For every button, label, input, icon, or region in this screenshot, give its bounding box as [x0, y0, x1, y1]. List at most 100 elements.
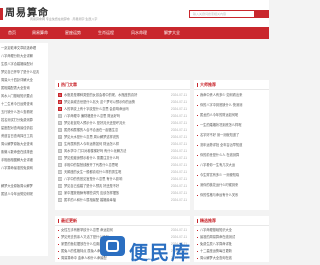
bullet-icon	[197, 154, 198, 156]
article-row[interactable]: 4 八字命理中 偏财格是什么意思 财运好吗 2024-07-11	[58, 113, 187, 120]
nav-item[interactable]: 解梦大全	[164, 27, 180, 39]
rank-badge: 14	[58, 184, 62, 189]
nav-item[interactable]: 生肖运程	[98, 27, 114, 39]
bullet-icon	[197, 124, 198, 126]
bullet-icon	[197, 229, 198, 231]
bullet-icon	[197, 114, 198, 116]
article-title: 女性左手有断掌纹什么意思 命运如何	[61, 228, 113, 232]
article-date: 2024-07-11	[170, 135, 187, 139]
article-date: 2024-07-11	[170, 156, 187, 160]
nav-item[interactable]: 风水命理	[131, 27, 147, 39]
article-row[interactable]: 8 生肖属狗的人今年运势如何 财运怎么样 2024-07-11	[58, 141, 187, 148]
article-row[interactable]: 9 风水学中 门口对着楼梯好吗 有什么化解方法 2024-07-11	[58, 148, 187, 155]
rank-badge: 16	[58, 198, 62, 203]
watermark-url: www.bianminku.com	[131, 257, 159, 261]
rank-badge: 11	[58, 163, 62, 168]
article-row[interactable]: 13 八字中的伤官见官是什么意思 有什么影响 2024-07-11	[58, 176, 187, 183]
article-row[interactable]: 14 梦见自己结婚了是什么预兆 好还是不好 2024-07-11	[58, 183, 187, 190]
list-item[interactable]: 周易六十四卦详解大全	[1, 77, 47, 84]
list-item[interactable]: 你的性格与命运有什么关系	[197, 192, 267, 199]
list-item[interactable]: 一卦定乾坤文章精选命理	[1, 45, 47, 52]
article-row[interactable]: 女性左手有断掌纹什么意思 命运如何 2024-07-11	[58, 227, 187, 234]
article-row[interactable]: 10 梦见蛇缠身预示着什么 需要注意什么吗 2024-07-11	[58, 155, 187, 162]
hot-articles-title: 热门文章	[55, 80, 190, 90]
list-item[interactable]: 紫微斗数命盘在线排盘	[1, 149, 47, 156]
bullet-icon	[197, 243, 198, 245]
list-item[interactable]: 最准的周易算命在线测试	[197, 234, 267, 241]
list-item[interactable]: 一生的婚姻状况到底怎么样呢	[197, 122, 267, 129]
bullet-icon	[58, 229, 59, 231]
nav-item[interactable]: 周易算命	[32, 27, 48, 39]
article-title: 梦见老鼠咬人预示什么 是好兆头还是坏兆头	[64, 121, 126, 125]
list-item[interactable]: 我命中贵人有多少 如何看出来	[197, 92, 267, 99]
bullet-icon	[197, 194, 198, 196]
list-item[interactable]: 八字命理分析大全详解	[1, 53, 47, 60]
list-item[interactable]: 属鼠人今年运势如何呢	[1, 191, 47, 198]
article-title: 天蝎座的女生一般都喜欢什么样的男生呢	[64, 170, 122, 174]
list-item[interactable]: 你的八字中到底缺什么 快测测	[197, 102, 267, 109]
list-item[interactable]: 属龙的人今年的财运如何呢	[197, 112, 267, 119]
featured-title: 精选推荐	[194, 216, 269, 226]
article-row[interactable]: 7 梦见大水是什么意思 周公解梦这样说的 2024-07-11	[58, 134, 187, 141]
list-item[interactable]: 你的前世是什么人 在线测算	[197, 152, 267, 159]
article-date: 2024-07-11	[170, 170, 187, 174]
nav-item[interactable]: 首页	[8, 27, 16, 39]
list-item[interactable]: 姓名测试打分免费测算	[1, 117, 47, 124]
list-item[interactable]: 五行缺什么怎么查看呢	[1, 109, 47, 116]
rank-badge: 13	[58, 177, 62, 182]
rank-badge: 1	[58, 93, 62, 98]
list-item[interactable]: 星座配对查询最佳情侣	[1, 125, 47, 132]
list-item[interactable]: 手相面相图解大全详细	[1, 157, 47, 164]
main-nav: 首页 周易算命 星座运势 生肖运程 风水命理 解梦大全	[0, 27, 269, 39]
list-item[interactable]: 今生财富有多少 一测便知晓	[197, 172, 267, 179]
article-row[interactable]: 16 属羊的人和什么属相最配 婚姻最幸福 2024-07-11	[58, 197, 187, 204]
article-date: 2024-07-11	[170, 100, 187, 104]
list-item[interactable]: 八字看你一生有几次大运	[197, 162, 267, 169]
list-item[interactable]: 流年运势详批 全年吉凶早知道	[197, 142, 267, 149]
list-item[interactable]: 周公解梦原版大全查询	[1, 141, 47, 148]
article-title: 梦见亲戚去世是什么兆头 这个梦可以预示你的运势	[64, 100, 136, 104]
article-row[interactable]: 6 属虎和属猴的人合不合适在一起做生意 2024-07-11	[58, 127, 187, 134]
article-date: 2024-07-11	[170, 142, 187, 146]
bullet-icon	[58, 250, 59, 252]
list-item[interactable]: 十二星座运势每日更新	[197, 248, 267, 255]
recommend-title: 大师推荐	[194, 80, 269, 90]
bullet-icon	[197, 144, 198, 146]
article-date: 2024-07-11	[170, 228, 187, 232]
list-item[interactable]: 免费生辰八字算命详批	[197, 241, 267, 248]
rank-badge: 9	[58, 149, 62, 154]
list-item[interactable]: 周公解梦大全查询在线	[197, 255, 267, 262]
article-row[interactable]: 1 水瓶男是哪种类型的女孩会看中的呢，水瓶座的喜好 2024-07-11	[58, 92, 187, 99]
list-item[interactable]: 黄道吉日查询择日工具	[1, 133, 47, 140]
search-button[interactable]	[254, 10, 269, 18]
list-item[interactable]: 十二生肖今日运势查询	[1, 101, 47, 108]
list-item[interactable]: 测你的桃花运什么时候到来	[197, 182, 267, 189]
list-item[interactable]: 八字算命最准的免费网	[1, 165, 47, 172]
article-date: 2024-07-11	[170, 121, 187, 125]
search-input[interactable]: 输入关键词搜索相关内容	[189, 10, 255, 18]
list-item[interactable]: 生辰八字合婚姻缘配对	[1, 61, 47, 68]
article-row[interactable]: 11 手相中的智慧线断开了代表什么意思呢 2024-07-11	[58, 162, 187, 169]
list-item[interactable]: 八字命理基础知识大全	[197, 227, 267, 234]
article-title: 家中摆放貔貅有哪些讲究 应该怎样摆放	[64, 191, 120, 195]
article-date: 2024-07-11	[170, 128, 187, 132]
article-row[interactable]: 12 天蝎座的女生一般都喜欢什么样的男生呢 2024-07-11	[58, 169, 187, 176]
rank-badge: 2	[58, 100, 62, 105]
article-title: 周易算命中 金命人和什么命最配	[61, 256, 107, 260]
article-row[interactable]: 2 梦见亲戚去世是什么兆头 这个梦可以预示你的运势 2024-07-11	[58, 99, 187, 106]
list-item[interactable]: 名字好不好 测一测就知道了	[197, 132, 267, 139]
list-item[interactable]: 梦见自己怀孕了是什么征兆	[1, 69, 47, 76]
logo-mark	[0, 7, 3, 20]
list-item[interactable]: 属相婚配表大全查询	[1, 85, 47, 92]
article-row[interactable]: 5 梦见老鼠咬人预示什么 是好兆头还是坏兆头 2024-07-11	[58, 120, 187, 127]
article-row[interactable]: 15 家中摆放貔貅有哪些讲究 应该怎样摆放 2024-07-11	[58, 190, 187, 197]
nav-item[interactable]: 星座运势	[65, 27, 81, 39]
rank-badge: 10	[58, 156, 62, 161]
list-item[interactable]: 风水入门基础知识要点	[1, 93, 47, 100]
bullet-icon	[197, 164, 198, 166]
article-date: 2024-07-11	[170, 163, 187, 167]
article-date: 2024-07-11	[170, 177, 187, 181]
list-item[interactable]: 解梦大全原版周公解梦	[1, 183, 47, 190]
bullet-icon	[197, 104, 198, 106]
article-row[interactable]: 3 人的掌纹上有十字纹是什么意思 会影响命运吗 2024-07-11	[58, 106, 187, 113]
